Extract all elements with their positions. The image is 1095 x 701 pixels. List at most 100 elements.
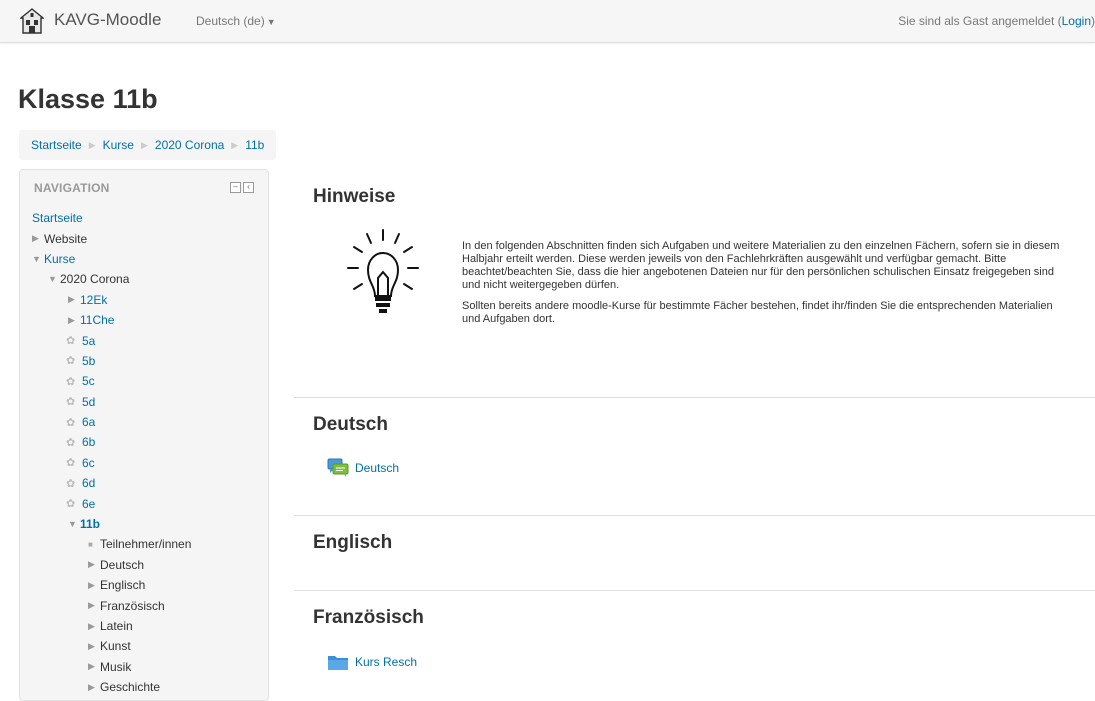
activity-kurs-resch-folder[interactable]: Kurs Resch bbox=[327, 653, 417, 671]
expand-arrow-icon: ▶ bbox=[32, 233, 39, 244]
nav-item-kurse[interactable]: ▼ Kurse bbox=[32, 249, 191, 269]
collapse-arrow-icon: ▼ bbox=[32, 253, 41, 264]
section-divider bbox=[294, 590, 1095, 591]
section-divider bbox=[294, 397, 1095, 398]
login-link[interactable]: Login bbox=[1062, 14, 1091, 28]
activity-deutsch-forum[interactable]: Deutsch bbox=[327, 458, 399, 478]
collapse-arrow-icon: ▼ bbox=[68, 519, 77, 530]
expand-arrow-icon: ▶ bbox=[88, 600, 95, 611]
nav-item-11che[interactable]: ▶ 11Che bbox=[32, 310, 191, 330]
caret-down-icon: ▼ bbox=[266, 17, 276, 27]
breadcrumb: Startseite ▶ Kurse ▶ 2020 Corona ▶ 11b bbox=[19, 130, 277, 160]
breadcrumb-item-startseite[interactable]: Startseite bbox=[31, 138, 82, 152]
nav-item-teilnehmer[interactable]: ■ Teilnehmer/innen bbox=[32, 534, 191, 554]
nav-item-label: Französisch bbox=[100, 598, 165, 613]
nav-item-musik[interactable]: ▶ Musik bbox=[32, 657, 191, 677]
nav-item-latein[interactable]: ▶ Latein bbox=[32, 616, 191, 636]
course-icon: ✿ bbox=[66, 477, 76, 490]
activity-link[interactable]: Kurs Resch bbox=[355, 655, 417, 669]
nav-item-geschichte[interactable]: ▶ Geschichte bbox=[32, 677, 191, 697]
nav-item-label: Kunst bbox=[100, 639, 131, 654]
breadcrumb-separator-icon: ▶ bbox=[88, 139, 96, 150]
expand-arrow-icon: ▶ bbox=[88, 681, 95, 692]
section-title-franzoesisch: Französisch bbox=[313, 607, 424, 628]
section-title-deutsch: Deutsch bbox=[313, 414, 388, 435]
breadcrumb-separator-icon: ▶ bbox=[140, 139, 148, 150]
collapse-block-icon[interactable]: – bbox=[230, 182, 241, 193]
nav-item-6e[interactable]: ✿ 6e bbox=[32, 493, 191, 513]
expand-arrow-icon: ▶ bbox=[68, 314, 75, 325]
section-title-englisch: Englisch bbox=[313, 532, 393, 553]
course-icon: ✿ bbox=[66, 457, 76, 470]
nav-item-5a[interactable]: ✿ 5a bbox=[32, 330, 191, 350]
breadcrumb-separator-icon: ▶ bbox=[231, 139, 239, 150]
nav-item-6d[interactable]: ✿ 6d bbox=[32, 473, 191, 493]
nav-item-12ek[interactable]: ▶ 12Ek bbox=[32, 290, 191, 310]
navigation-tree: Startseite ▶ Website ▼ Kurse ▼ 2020 Corona … bbox=[32, 208, 191, 697]
nav-item-franzoesisch[interactable]: ▶ Französisch bbox=[32, 595, 191, 615]
nav-item-label: Geschichte bbox=[100, 680, 161, 695]
nav-item-label: 2020 Corona bbox=[60, 272, 130, 287]
login-info-close: ) bbox=[1091, 14, 1095, 28]
nav-item-label[interactable]: Kurse bbox=[44, 252, 75, 266]
navigation-controls: – ‹ bbox=[230, 182, 254, 193]
navigation-header: NAVIGATION bbox=[34, 181, 110, 195]
nav-item-label[interactable]: Startseite bbox=[32, 211, 83, 225]
expand-arrow-icon: ▶ bbox=[88, 559, 95, 570]
nav-item-website[interactable]: ▶ Website bbox=[32, 228, 191, 248]
language-menu[interactable]: Deutsch (de) ▼ bbox=[196, 14, 276, 28]
course-icon: ✿ bbox=[66, 416, 76, 429]
nav-item-label[interactable]: 5d bbox=[82, 395, 95, 409]
login-info-text: Sie sind als Gast angemeldet ( bbox=[898, 14, 1062, 28]
nav-item-label: Englisch bbox=[100, 578, 146, 593]
nav-item-label[interactable]: 6a bbox=[82, 415, 95, 429]
folder-icon bbox=[328, 656, 348, 670]
course-icon: ✿ bbox=[66, 498, 76, 511]
dock-block-icon[interactable]: ‹ bbox=[243, 182, 254, 193]
site-brand-link[interactable]: KAVG-Moodle bbox=[54, 10, 161, 30]
nav-item-label: Deutsch bbox=[100, 557, 145, 572]
lightbulb-icon bbox=[347, 229, 419, 313]
nav-item-englisch[interactable]: ▶ Englisch bbox=[32, 575, 191, 595]
nav-item-label[interactable]: 6d bbox=[82, 476, 95, 490]
expand-arrow-icon: ▶ bbox=[88, 579, 95, 590]
nav-item-label[interactable]: 11b bbox=[80, 517, 100, 531]
course-icon: ✿ bbox=[66, 375, 76, 388]
hinweise-paragraph-1: In den folgenden Abschnitten finden sich… bbox=[462, 240, 1060, 291]
activity-link[interactable]: Deutsch bbox=[355, 461, 399, 475]
nav-item-label[interactable]: 5c bbox=[82, 374, 95, 388]
nav-item-6c[interactable]: ✿ 6c bbox=[32, 453, 191, 473]
nav-item-kunst[interactable]: ▶ Kunst bbox=[32, 636, 191, 656]
nav-item-6b[interactable]: ✿ 6b bbox=[32, 432, 191, 452]
nav-item-label[interactable]: 6b bbox=[82, 435, 95, 449]
nav-item-11b[interactable]: ▼ 11b bbox=[32, 514, 191, 534]
expand-arrow-icon: ▶ bbox=[68, 294, 75, 305]
nav-item-label[interactable]: 6c bbox=[82, 456, 95, 470]
top-navbar: KAVG-Moodle Deutsch (de) ▼ Sie sind als G… bbox=[0, 0, 1095, 43]
nav-item-deutsch[interactable]: ▶ Deutsch bbox=[32, 555, 191, 575]
nav-item-label: Latein bbox=[100, 619, 133, 633]
expand-arrow-icon: ▶ bbox=[88, 661, 95, 672]
breadcrumb-item-2020-corona[interactable]: 2020 Corona bbox=[155, 138, 224, 152]
nav-item-label[interactable]: 5b bbox=[82, 354, 95, 368]
nav-item-label[interactable]: 12Ek bbox=[80, 293, 107, 307]
nav-item-label: Teilnehmer/innen bbox=[100, 537, 192, 552]
page-title: Klasse 11b bbox=[18, 84, 158, 114]
bullet-icon: ■ bbox=[88, 539, 93, 549]
nav-item-label[interactable]: 11Che bbox=[80, 313, 114, 327]
course-icon: ✿ bbox=[66, 335, 76, 348]
nav-item-5d[interactable]: ✿ 5d bbox=[32, 392, 191, 412]
nav-item-label: Website bbox=[44, 231, 88, 246]
nav-item-2020-corona[interactable]: ▼ 2020 Corona bbox=[32, 269, 191, 289]
school-logo-icon[interactable] bbox=[20, 8, 44, 34]
nav-item-5b[interactable]: ✿ 5b bbox=[32, 351, 191, 371]
nav-item-label[interactable]: 6e bbox=[82, 497, 95, 511]
nav-item-label[interactable]: 5a bbox=[82, 334, 95, 348]
expand-arrow-icon: ▶ bbox=[88, 620, 95, 631]
breadcrumb-item-kurse[interactable]: Kurse bbox=[103, 138, 134, 152]
nav-item-5c[interactable]: ✿ 5c bbox=[32, 371, 191, 391]
breadcrumb-item-11b[interactable]: 11b bbox=[245, 138, 264, 152]
nav-item-startseite[interactable]: Startseite bbox=[32, 208, 191, 228]
nav-item-6a[interactable]: ✿ 6a bbox=[32, 412, 191, 432]
hinweise-text: In den folgenden Abschnitten finden sich… bbox=[462, 240, 1074, 334]
